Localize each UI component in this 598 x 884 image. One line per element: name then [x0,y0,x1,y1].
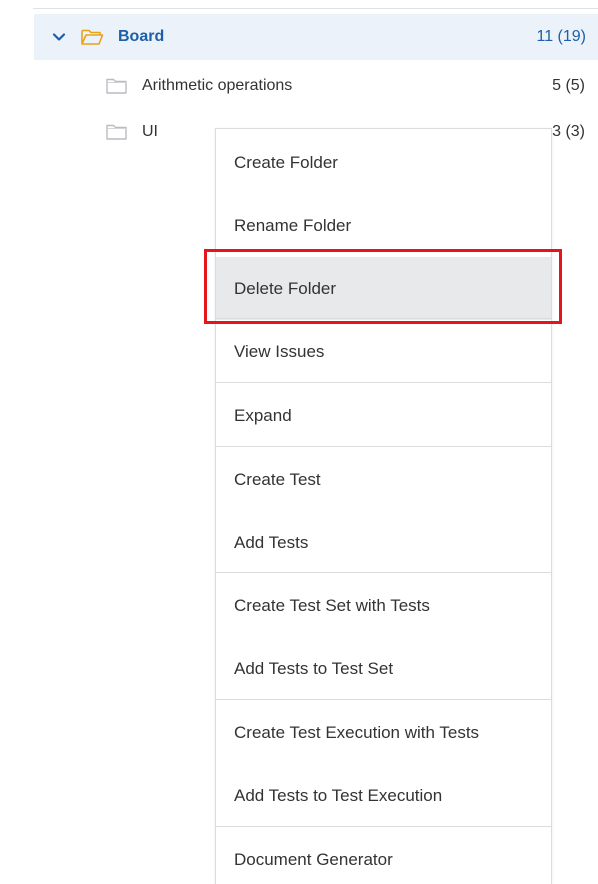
menu-item-delete-folder[interactable]: Delete Folder [216,257,551,320]
folder-icon [106,124,127,140]
tree-node-label: Arithmetic operations [142,77,293,94]
tree-node-count: 11 (19) [536,28,586,45]
chevron-down-icon[interactable] [52,30,66,44]
menu-item-expand[interactable]: Expand [216,384,551,447]
top-divider [33,8,598,9]
menu-divider [216,318,551,319]
tree-node-count: 5 (5) [552,77,585,94]
menu-item-rename-folder[interactable]: Rename Folder [216,194,551,257]
menu-item-create-test-execution-with-tests[interactable]: Create Test Execution with Tests [216,701,551,764]
tree-node-count: 3 (3) [552,123,585,140]
menu-item-add-tests-to-test-set[interactable]: Add Tests to Test Set [216,637,551,700]
tree-node-label: UI [142,123,158,140]
tree-node-arithmetic-operations[interactable]: Arithmetic operations 5 (5) [34,63,598,109]
menu-item-add-tests-to-test-execution[interactable]: Add Tests to Test Execution [216,764,551,827]
folder-open-icon [81,29,104,45]
menu-item-create-test[interactable]: Create Test [216,448,551,511]
menu-item-document-generator[interactable]: Document Generator [216,828,551,884]
menu-divider [216,446,551,447]
tree-node-board[interactable]: Board 11 (19) [34,14,598,60]
menu-divider [216,826,551,827]
folder-icon [106,78,127,94]
menu-item-add-tests[interactable]: Add Tests [216,511,551,574]
test-repository-view: Board 11 (19) Arithmetic operations 5 (5… [0,0,598,884]
menu-item-create-folder[interactable]: Create Folder [216,131,551,194]
menu-divider [216,382,551,383]
folder-context-menu: Create Folder Rename Folder Delete Folde… [215,128,552,884]
menu-item-view-issues[interactable]: View Issues [216,320,551,383]
menu-divider [216,572,551,573]
tree-node-label: Board [118,28,165,45]
menu-divider [216,699,551,700]
menu-item-create-test-set-with-tests[interactable]: Create Test Set with Tests [216,574,551,637]
